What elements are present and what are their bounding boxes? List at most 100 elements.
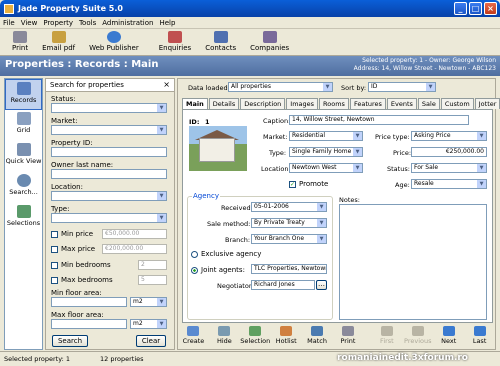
tab-custom[interactable]: Custom	[440, 98, 474, 109]
companies-button[interactable]: Companies	[250, 29, 289, 52]
selection-button[interactable]: Selection	[240, 326, 271, 345]
agency-legend: Agency	[192, 192, 220, 200]
clear-button[interactable]: Clear	[136, 335, 166, 347]
first-button[interactable]: First	[371, 326, 402, 345]
market-select[interactable]: ▼	[51, 125, 167, 135]
age-label: Age:	[395, 181, 410, 189]
min-bedrooms-checkbox[interactable]: Min bedrooms	[51, 261, 111, 269]
search-panel-title: Search for properties	[50, 81, 124, 89]
type-select[interactable]: ▼	[51, 213, 167, 223]
hotlist-button[interactable]: Hotlist	[271, 326, 302, 345]
tab-description[interactable]: Description	[240, 98, 286, 109]
location-select[interactable]: Newtown West ▼	[289, 163, 363, 173]
status-select[interactable]: ▼	[51, 103, 167, 113]
location-select[interactable]: ▼	[51, 191, 167, 201]
web-publisher-button[interactable]: Web Publisher	[89, 29, 139, 52]
notes-textarea[interactable]	[339, 204, 487, 320]
close-button[interactable]: ×	[484, 2, 497, 15]
tab-rooms[interactable]: Rooms	[319, 98, 349, 109]
data-loaded-select[interactable]: All properties ▼	[228, 82, 333, 92]
tab-sale[interactable]: Sale	[417, 98, 440, 109]
minimize-button[interactable]: _	[454, 2, 467, 15]
tab-images[interactable]: Images	[286, 98, 319, 109]
min-price-checkbox[interactable]: Min price	[51, 230, 93, 238]
menu-administration[interactable]: Administration	[102, 19, 153, 27]
tab-main[interactable]: Main	[182, 98, 208, 109]
type-select[interactable]: Single Family Home ▼	[289, 147, 363, 157]
menu-view[interactable]: View	[21, 19, 38, 27]
nav-quick-view[interactable]: Quick View	[5, 141, 42, 172]
chevron-down-icon: ▼	[157, 104, 166, 112]
max-bedrooms-checkbox[interactable]: Max bedrooms	[51, 276, 113, 284]
joint-agents-input[interactable]: TLC Properties, Newtown	[251, 264, 327, 274]
hotlist-icon	[280, 326, 293, 336]
min-floor-unit-select[interactable]: m2 ▼	[130, 297, 167, 307]
sale-method-select[interactable]: By Private Treaty ▼	[251, 218, 327, 228]
sort-select[interactable]: ID ▼	[368, 82, 436, 92]
last-button[interactable]: Last	[464, 326, 495, 345]
caption-label: Caption:	[263, 117, 291, 125]
min-bedrooms-input[interactable]: 2	[138, 260, 167, 270]
print-record-button[interactable]: Print	[333, 326, 364, 345]
promote-checkbox[interactable]: ✓ Promote	[289, 180, 328, 188]
contacts-button[interactable]: Contacts	[205, 29, 236, 52]
next-button[interactable]: Next	[433, 326, 464, 345]
email-pdf-button[interactable]: Email pdf	[42, 29, 75, 52]
match-icon	[311, 326, 324, 336]
nav-selections[interactable]: Selections	[5, 203, 42, 234]
min-floor-input[interactable]	[51, 297, 127, 307]
nav-records[interactable]: Records	[5, 79, 42, 110]
nav-search[interactable]: Search...	[5, 172, 42, 203]
print-button[interactable]: Print	[12, 29, 28, 52]
create-button[interactable]: Create	[178, 326, 209, 345]
negotiator-lookup-button[interactable]: …	[316, 280, 327, 290]
price-input[interactable]: €250,000.00	[411, 147, 487, 157]
maximize-button[interactable]: □	[469, 2, 482, 15]
email-pdf-icon	[51, 31, 66, 43]
hide-button[interactable]: Hide	[209, 326, 240, 345]
menu-help[interactable]: Help	[159, 19, 175, 27]
age-select[interactable]: Resale ▼	[411, 179, 487, 189]
price-type-label: Price type:	[375, 133, 410, 141]
branch-select[interactable]: Your Branch One ▼	[251, 234, 327, 244]
search-button[interactable]: Search	[52, 335, 88, 347]
enquiries-button[interactable]: Enquiries	[159, 29, 191, 52]
chevron-down-icon: ▼	[477, 180, 486, 188]
max-floor-unit-select[interactable]: m2 ▼	[130, 319, 167, 329]
price-type-select[interactable]: Asking Price ▼	[411, 131, 487, 141]
chevron-down-icon: ▼	[426, 83, 435, 91]
tab-details[interactable]: Details	[208, 98, 240, 109]
first-icon	[380, 326, 393, 336]
property-id-input[interactable]	[51, 147, 167, 157]
market-select[interactable]: Residential ▼	[289, 131, 363, 141]
tab-events[interactable]: Events	[386, 98, 417, 109]
min-price-input[interactable]: €50,000.00	[102, 229, 167, 239]
max-bedrooms-input[interactable]: 5	[138, 275, 167, 285]
contacts-icon	[213, 31, 228, 43]
chevron-down-icon: ▼	[317, 203, 326, 211]
menu-tools[interactable]: Tools	[79, 19, 96, 27]
max-price-input[interactable]: €200,000.00	[102, 244, 167, 254]
menu-property[interactable]: Property	[43, 19, 73, 27]
last-icon	[473, 326, 486, 336]
property-id-label: Property ID:	[51, 139, 93, 147]
nav-grid[interactable]: Grid	[5, 110, 42, 141]
negotiator-input[interactable]: Richard Jones	[251, 280, 315, 290]
status-select[interactable]: For Sale ▼	[411, 163, 487, 173]
caption-input[interactable]: 14, Willow Street, Newtown	[289, 115, 469, 125]
match-button[interactable]: Match	[302, 326, 333, 345]
exclusive-agency-radio[interactable]: Exclusive agency	[191, 250, 261, 258]
min-floor-label: Min floor area:	[51, 289, 102, 297]
menu-file[interactable]: File	[3, 19, 15, 27]
joint-agents-radio[interactable]: Joint agents:	[191, 266, 245, 274]
previous-button[interactable]: Previous	[402, 326, 433, 345]
max-price-checkbox[interactable]: Max price	[51, 245, 95, 253]
previous-icon	[411, 326, 424, 336]
received-date[interactable]: 05-01-2006 ▼	[251, 202, 327, 212]
max-floor-input[interactable]	[51, 319, 127, 329]
close-icon[interactable]: ×	[163, 80, 170, 89]
max-floor-label: Max floor area:	[51, 311, 104, 319]
tab-features[interactable]: Features	[349, 98, 386, 109]
owner-input[interactable]	[51, 169, 167, 179]
tab-jotter[interactable]: Jotter	[474, 98, 500, 109]
